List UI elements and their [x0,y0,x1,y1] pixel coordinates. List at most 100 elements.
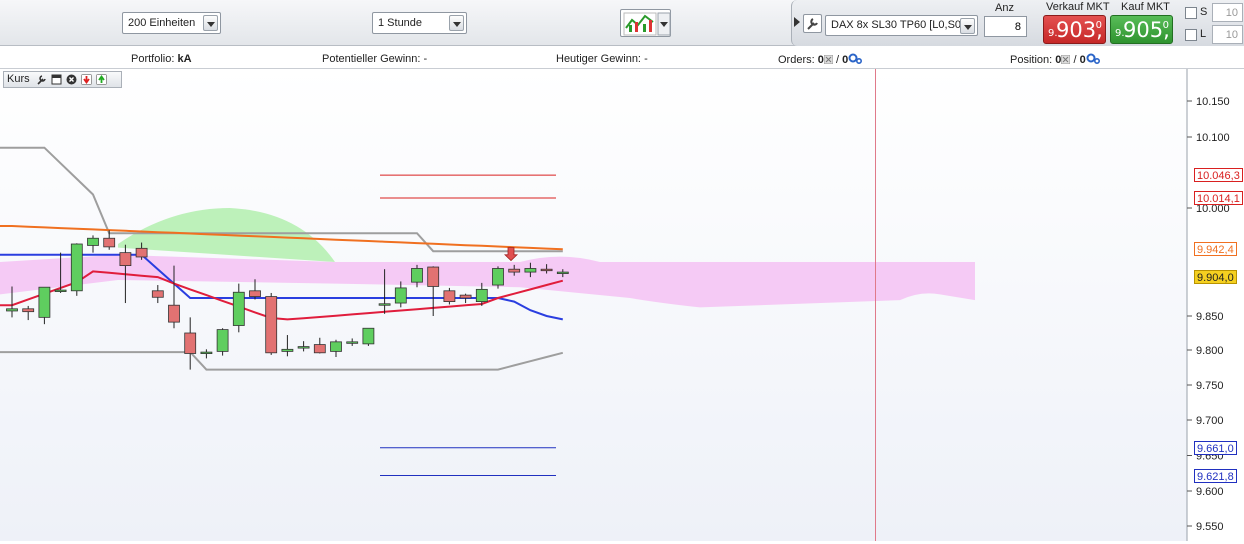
candle-up [200,351,213,355]
limit-value-input[interactable]: 10 [1212,25,1243,44]
candle-down [265,296,278,354]
position-info: Position: 0 / 0 [1010,53,1100,66]
instrument-select-value: DAX 8x SL30 TP60 [L0,S0] [831,19,965,31]
chart-canvas[interactable]: 10.15010.10010.0009.8509.8009.7509.7009.… [0,69,1244,541]
candle-down [427,266,440,287]
buy-button[interactable]: 9. 905, 0 [1110,15,1173,44]
stop-value-input[interactable]: 10 [1212,3,1243,22]
candle-down [459,294,472,299]
window-icon[interactable] [51,74,62,85]
y-tick-label: 9.700 [1196,415,1224,427]
price-tag: 10.046,3 [1194,168,1243,183]
candle-down [184,332,197,354]
potential-gain-info: Potentieller Gewinn: - [322,53,427,65]
candle-up [411,268,423,283]
buy-price-suffix: 0 [1162,20,1169,31]
chart-panel-title: Kurs [7,73,30,85]
sell-label: Verkauf MKT [1046,1,1110,13]
chevron-down-icon[interactable] [203,15,218,31]
y-tick-label: 10.100 [1196,132,1230,144]
orders-list-icon[interactable] [823,55,833,64]
y-tick-label: 9.550 [1196,521,1224,533]
potential-gain-value: - [423,53,428,65]
candle-up [87,237,99,246]
interval-select-value: 1 Stunde [378,17,423,29]
candle-down [22,308,35,313]
price-tag: 9.942,4 [1194,242,1237,257]
limit-checkbox[interactable] [1185,29,1197,41]
position-label: Position: [1010,54,1053,66]
candle-up [330,341,342,352]
instrument-select[interactable]: DAX 8x SL30 TP60 [L0,S0] [825,15,978,36]
y-tick-label: 10.150 [1196,96,1230,108]
price-tag: 9.661,0 [1194,440,1237,455]
anz-label: Anz [995,2,1014,14]
candle-down [168,304,180,323]
potential-gain-label: Potentieller Gewinn: [322,53,421,65]
candle-up [492,268,504,286]
sell-button[interactable]: 9. 903, 0 [1043,15,1106,44]
candle-down [540,268,553,272]
candle-down [103,237,116,248]
candle-up [54,289,67,292]
chart-panel-toolbar: Kurs [3,71,122,88]
gear-icon[interactable] [848,53,863,64]
candle-up [6,308,18,312]
chevron-down-icon[interactable] [960,18,975,34]
candle-down [443,290,456,303]
y-tick-label: 9.800 [1196,345,1224,357]
candle-up [38,286,51,318]
chart-type-icon [623,12,671,36]
orders-info: Orders: 0 / 0 [778,53,863,66]
buy-label: Kauf MKT [1121,1,1170,13]
candle-down [313,344,326,354]
wrench-icon[interactable] [36,74,47,85]
candle-down [119,252,132,266]
y-tick-label: 9.850 [1196,311,1224,323]
chart-type-button[interactable] [620,9,671,37]
close-icon[interactable] [66,74,77,85]
gear-icon[interactable] [1086,53,1100,64]
portfolio-label: Portfolio: [131,53,175,65]
trade-panel: DAX 8x SL30 TP60 [L0,S0] Anz Verkauf MKT… [791,0,1244,46]
portfolio-info: Portfolio: kA [131,53,192,65]
candle-up [232,291,245,326]
today-gain-value: - [644,53,648,65]
quantity-input[interactable] [984,16,1027,37]
price-chart[interactable]: 10.150 10.100 10.000 9.850 9.800 9.750 9.700 9.… [0,69,1244,541]
chevron-down-icon[interactable] [449,15,464,31]
position-list-icon[interactable] [1061,55,1071,64]
move-down-icon[interactable] [81,74,92,85]
y-tick-label: 9.600 [1196,486,1224,498]
candle-up [297,346,310,349]
candle-down [508,268,521,273]
collapse-arrow-icon[interactable] [794,17,800,27]
info-bar: Portfolio: kA Potentieller Gewinn: - Heu… [0,47,1244,69]
price-tag: 9.621,8 [1194,468,1237,483]
wrench-icon [807,18,818,30]
today-gain-label: Heutiger Gewinn: [556,53,641,65]
stop-checkbox[interactable] [1185,7,1197,19]
price-tag: 10.014,1 [1194,190,1243,205]
today-gain-info: Heutiger Gewinn: - [556,53,648,65]
move-up-icon[interactable] [96,74,107,85]
top-toolbar: 200 Einheiten 1 Stunde DAX 8x SL30 TP60 [0,0,1244,46]
instrument-settings-button[interactable] [803,14,822,33]
candle-up [556,271,569,274]
sell-price-suffix: 0 [1095,20,1102,31]
candle-up [362,327,375,345]
candle-down [151,290,164,298]
candle-up [475,288,488,303]
interval-select[interactable]: 1 Stunde [372,12,467,34]
units-select[interactable]: 200 Einheiten [122,12,221,34]
position-separator: / [1073,54,1077,66]
units-select-value: 200 Einheiten [128,17,196,29]
portfolio-value: kA [177,53,192,65]
orders-separator: / [835,54,839,66]
candle-up [524,268,537,273]
candle-up [394,287,407,304]
stop-label: S [1200,6,1208,18]
candle-up [281,348,294,352]
candle-up [216,329,229,352]
candle-down [135,247,148,258]
